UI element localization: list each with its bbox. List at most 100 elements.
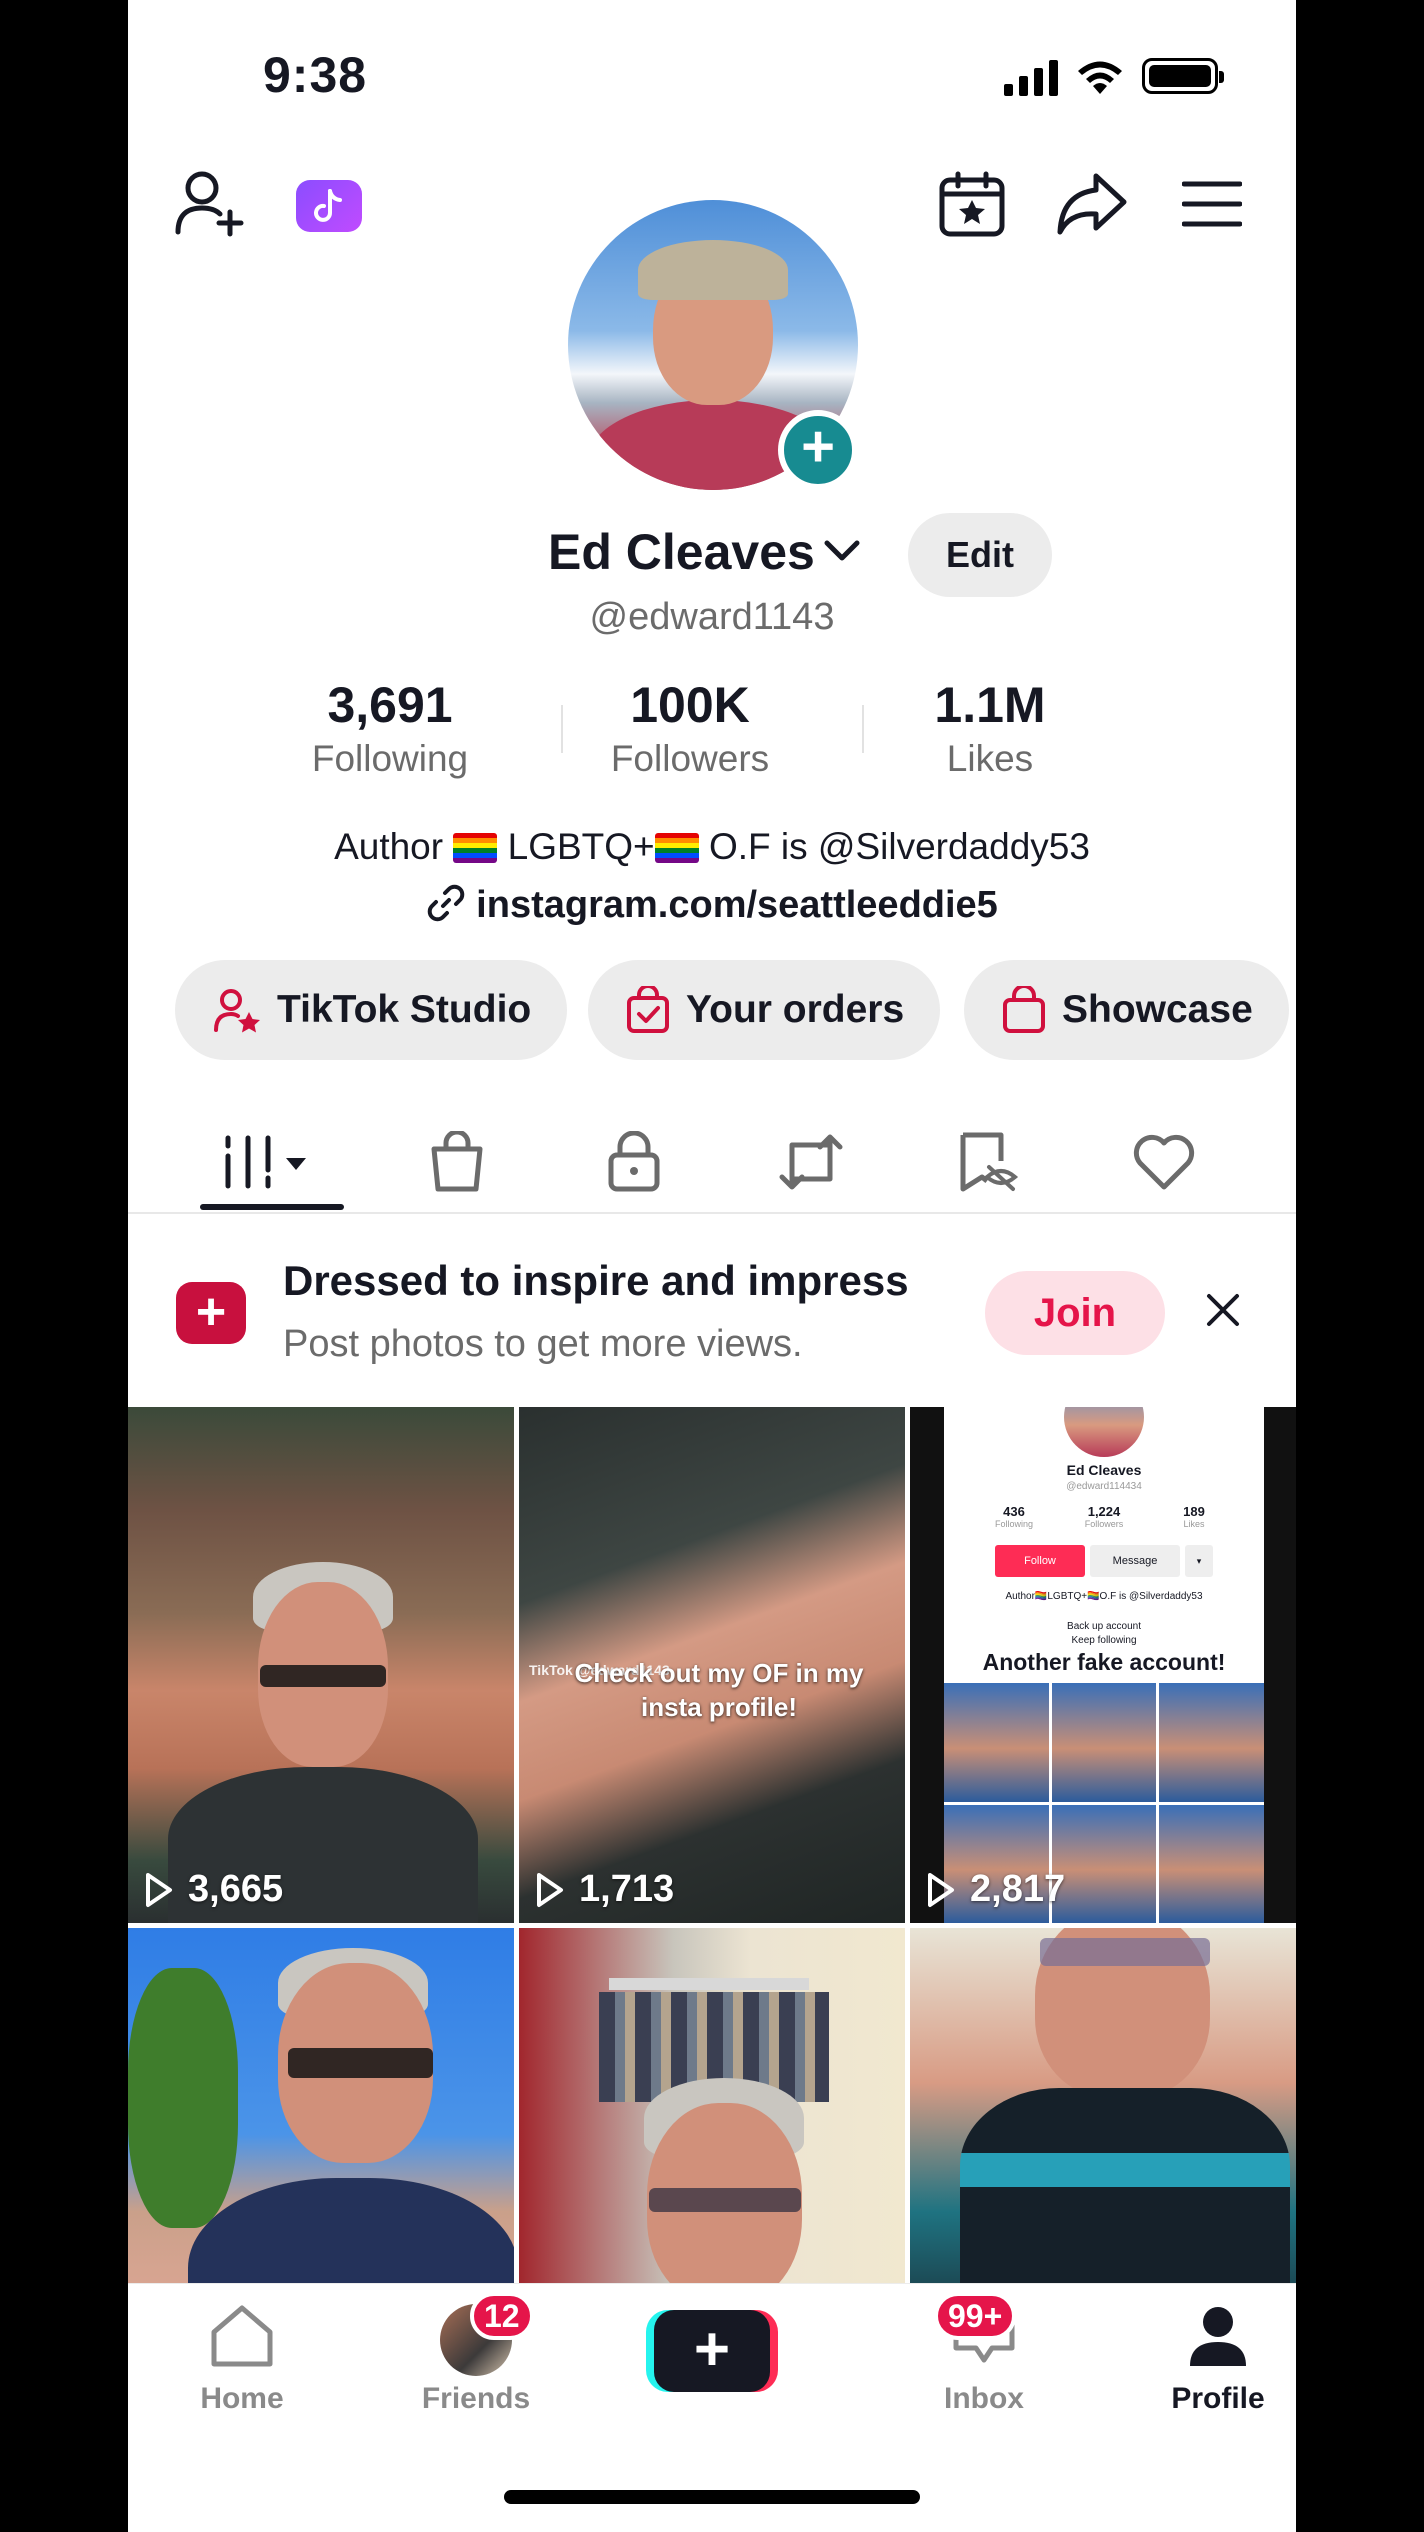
add-photo-icon: + bbox=[176, 1282, 246, 1344]
content-tabs bbox=[128, 1110, 1296, 1214]
friends-badge: 12 bbox=[470, 2292, 534, 2340]
add-friend-icon[interactable] bbox=[174, 168, 250, 238]
wifi-icon bbox=[1078, 61, 1122, 94]
stat-following-label: Following bbox=[311, 738, 469, 779]
tab-favorites[interactable] bbox=[913, 1110, 1063, 1214]
pill-label: Your orders bbox=[686, 988, 905, 1031]
home-indicator[interactable] bbox=[504, 2490, 920, 2504]
tiktok-creator-icon[interactable] bbox=[296, 180, 362, 232]
profile-name[interactable]: Ed Cleaves bbox=[548, 523, 815, 581]
video-thumbnail[interactable]: TikTok @edward1143 Check out my OF in my… bbox=[519, 1407, 905, 1923]
menu-icon[interactable] bbox=[1182, 180, 1242, 228]
mini-handle: @edward114434 bbox=[1066, 1481, 1142, 1492]
plus-icon: + bbox=[654, 2310, 770, 2392]
video-caption: Check out my OF in my insta profile! bbox=[574, 1658, 864, 1722]
tab-liked[interactable] bbox=[1089, 1110, 1239, 1214]
bag-check-icon bbox=[627, 986, 669, 1033]
rainbow-flag-icon bbox=[654, 833, 699, 863]
nav-label: Friends bbox=[421, 2382, 531, 2415]
nav-home[interactable]: Home bbox=[152, 2304, 332, 2416]
mini-follow-button: Follow bbox=[995, 1545, 1085, 1577]
view-count: 2,817 bbox=[926, 1868, 1065, 1911]
edit-profile-button[interactable]: Edit bbox=[908, 513, 1052, 597]
profile-link[interactable]: instagram.com/seattleeddie5 bbox=[128, 883, 1296, 927]
showcase-button[interactable]: Showcase bbox=[964, 960, 1289, 1060]
inbox-badge: 99+ bbox=[934, 2292, 1017, 2340]
tiktok-studio-button[interactable]: TikTok Studio bbox=[175, 960, 568, 1060]
pill-label: Showcase bbox=[1062, 988, 1253, 1031]
bio-text: Author bbox=[334, 826, 454, 867]
shopping-bag-icon bbox=[1003, 986, 1045, 1033]
view-count: 1,713 bbox=[535, 1868, 674, 1911]
your-orders-button[interactable]: Your orders bbox=[588, 960, 941, 1060]
video-thumbnail[interactable]: 3,665 bbox=[128, 1407, 514, 1923]
stat-following-value: 3,691 bbox=[327, 677, 453, 733]
rainbow-flag-icon bbox=[453, 833, 498, 863]
bio-text: LGBTQ+ bbox=[497, 826, 655, 867]
view-count-text: 2,817 bbox=[970, 1868, 1066, 1910]
battery-icon bbox=[1142, 58, 1224, 94]
mini-dropdown-icon: ▾ bbox=[1185, 1545, 1213, 1577]
share-icon[interactable] bbox=[1056, 172, 1128, 236]
stat-followers-value: 100K bbox=[630, 677, 750, 733]
profile-bio: Author LGBTQ+ O.F is @Silverdaddy53 bbox=[128, 826, 1296, 868]
videos-grid-icon bbox=[225, 1135, 306, 1189]
stat-following[interactable]: 3,691 Following bbox=[240, 676, 540, 780]
cellular-signal-icon bbox=[1004, 56, 1058, 96]
active-tab-indicator bbox=[200, 1204, 344, 1210]
mini-headline: Another fake account! bbox=[982, 1649, 1226, 1675]
tab-private[interactable] bbox=[559, 1110, 709, 1214]
profile-handle: @edward1143 bbox=[589, 596, 835, 638]
status-icons bbox=[1004, 56, 1224, 96]
view-count-text: 3,665 bbox=[188, 1868, 284, 1910]
view-count-text: 1,713 bbox=[579, 1868, 675, 1910]
liked-heart-icon bbox=[1133, 1134, 1195, 1190]
close-icon[interactable] bbox=[1203, 1290, 1243, 1335]
view-count: 3,665 bbox=[144, 1868, 283, 1911]
profile-screenshot: Ed Cleaves @edward114434 436 Following 1,… bbox=[944, 1407, 1264, 1923]
person-star-icon bbox=[214, 989, 260, 1033]
banner-subtitle: Post photos to get more views. bbox=[283, 1323, 803, 1365]
mini-avatar bbox=[1064, 1407, 1144, 1457]
profile-link-text: instagram.com/seattleeddie5 bbox=[476, 884, 998, 926]
stat-likes-label: Likes bbox=[946, 738, 1034, 779]
tab-shop[interactable] bbox=[382, 1110, 532, 1214]
bio-text: O.F is @Silverdaddy53 bbox=[698, 826, 1090, 867]
nav-label: Profile bbox=[1171, 2382, 1265, 2415]
stat-followers[interactable]: 100K Followers bbox=[540, 676, 840, 780]
nav-label: Home bbox=[200, 2382, 284, 2415]
mini-stat: 189 Likes bbox=[1183, 1504, 1205, 1529]
nav-profile[interactable]: Profile bbox=[1128, 2304, 1296, 2416]
chevron-down-icon[interactable] bbox=[824, 540, 860, 567]
banner-title: Dressed to inspire and impress bbox=[283, 1257, 909, 1304]
stat-followers-label: Followers bbox=[610, 738, 770, 779]
status-time: 9:38 bbox=[263, 47, 368, 103]
play-icon bbox=[146, 1872, 172, 1907]
home-icon bbox=[211, 2305, 273, 2367]
stat-likes[interactable]: 1.1M Likes bbox=[840, 676, 1140, 780]
profile-icon bbox=[1190, 2307, 1246, 2366]
profile-screen: 9:38 + Ed Cleaves Edit @edward1143 3,691… bbox=[128, 0, 1296, 2532]
calendar-star-icon[interactable] bbox=[938, 170, 1006, 238]
mini-note: Back up account Keep following bbox=[1067, 1621, 1141, 1646]
tab-videos[interactable] bbox=[197, 1110, 347, 1214]
mini-stat: 1,224 Followers bbox=[1084, 1504, 1124, 1529]
favorites-hidden-icon bbox=[960, 1132, 1019, 1192]
nav-label: Inbox bbox=[944, 2382, 1024, 2415]
video-thumbnail[interactable]: Ed Cleaves @edward114434 436 Following 1,… bbox=[910, 1407, 1296, 1923]
link-icon bbox=[427, 884, 465, 922]
add-story-plus-icon[interactable]: + bbox=[778, 410, 858, 490]
mini-message-button: Message bbox=[1090, 1545, 1180, 1577]
join-button[interactable]: Join bbox=[985, 1271, 1165, 1355]
shop-bag-icon bbox=[431, 1131, 483, 1192]
play-icon bbox=[928, 1872, 954, 1907]
tab-reposts[interactable] bbox=[736, 1110, 886, 1214]
repost-icon bbox=[779, 1134, 843, 1190]
mini-name: Ed Cleaves bbox=[1066, 1462, 1142, 1478]
stat-likes-value: 1.1M bbox=[934, 677, 1046, 733]
pill-label: TikTok Studio bbox=[277, 988, 532, 1031]
create-button[interactable]: + bbox=[646, 2310, 778, 2392]
mini-bio: Author🏳️‍🌈LGBTQ+🏳️‍🌈O.F is @Silverdaddy5… bbox=[1005, 1591, 1203, 1602]
play-icon bbox=[537, 1872, 563, 1907]
mini-stat: 436 Following bbox=[994, 1504, 1034, 1529]
